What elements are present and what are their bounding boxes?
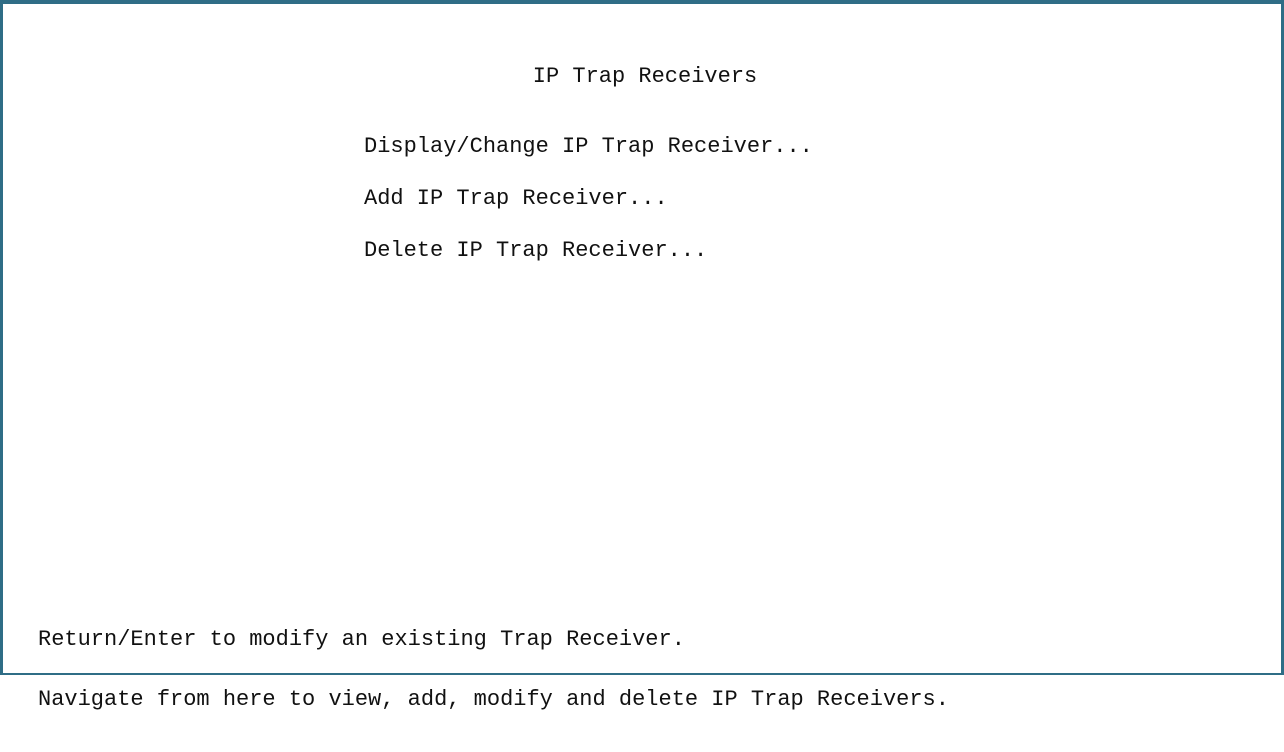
help-line-1: Return/Enter to modify an existing Trap …	[38, 627, 685, 652]
menu-list: Display/Change IP Trap Receiver... Add I…	[364, 134, 813, 290]
menu-item-delete-ip-trap-receiver[interactable]: Delete IP Trap Receiver...	[364, 238, 813, 264]
menu-item-display-change-ip-trap-receiver[interactable]: Display/Change IP Trap Receiver...	[364, 134, 813, 160]
terminal-frame: IP Trap Receivers Display/Change IP Trap…	[0, 0, 1284, 711]
help-text: Return/Enter to modify an existing Trap …	[38, 590, 949, 750]
menu-item-add-ip-trap-receiver[interactable]: Add IP Trap Receiver...	[364, 186, 813, 212]
page-title: IP Trap Receivers	[532, 64, 758, 89]
help-line-2: Navigate from here to view, add, modify …	[38, 687, 949, 712]
